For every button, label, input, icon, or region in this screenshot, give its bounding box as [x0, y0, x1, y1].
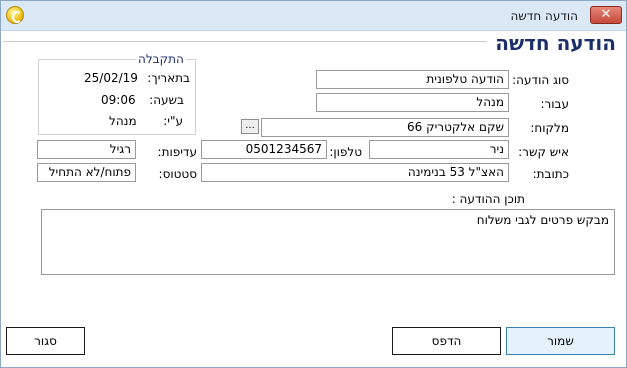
- received-group-title: התקבלה: [136, 52, 186, 66]
- print-button[interactable]: הדפס: [392, 327, 501, 355]
- received-by-label: ע"י:: [163, 114, 183, 128]
- contact-label: איש קשר:: [518, 145, 569, 159]
- window-title: הודעה חדשה: [510, 9, 578, 23]
- priority-label: עדיפות:: [157, 145, 197, 159]
- heading-divider: [3, 41, 487, 42]
- customer-label: מלקוח:: [530, 121, 569, 135]
- contact-field[interactable]: ניר: [369, 140, 509, 159]
- status-field[interactable]: פתוח/לא התחיל: [37, 163, 136, 182]
- address-field[interactable]: האצ"ל 53 בנימינה: [201, 163, 509, 182]
- new-message-window: הודעה חדשה ✕ הודעה חדשה התקבלה בתאריך: 2…: [0, 0, 627, 368]
- page-title: הודעה חדשה: [495, 31, 616, 55]
- priority-field[interactable]: רגיל: [37, 140, 136, 159]
- close-button[interactable]: סגור: [6, 327, 85, 355]
- received-date-value: 25/02/19: [84, 71, 138, 85]
- customer-browse-button[interactable]: ...: [241, 119, 259, 134]
- phone-field[interactable]: 0501234567: [201, 140, 327, 159]
- received-time-value: 09:06: [101, 93, 136, 107]
- for-label: עבור:: [540, 97, 569, 111]
- address-label: כתובת:: [532, 167, 569, 181]
- title-bar: הודעה חדשה ✕: [1, 1, 626, 31]
- received-by-value: מנהל: [109, 114, 137, 128]
- customer-field[interactable]: שקם אלקטריק 66: [261, 118, 509, 137]
- for-field[interactable]: מנהל: [316, 93, 509, 112]
- close-window-button[interactable]: ✕: [590, 6, 622, 24]
- received-date-label: בתאריך:: [147, 71, 190, 85]
- phone-label: טלפון:: [329, 145, 362, 159]
- status-label: סטטוס:: [158, 167, 197, 181]
- message-type-label: סוג הודעה:: [512, 73, 569, 87]
- content-label: תוכן ההודעה :: [451, 192, 525, 206]
- message-content-textarea[interactable]: מבקש פרטים לגבי משלוח: [41, 209, 615, 275]
- message-type-field[interactable]: הודעה טלפונית: [316, 70, 509, 89]
- received-time-label: בשעה:: [149, 93, 184, 107]
- app-logo-icon: [6, 6, 24, 24]
- save-button[interactable]: שמור: [506, 327, 615, 355]
